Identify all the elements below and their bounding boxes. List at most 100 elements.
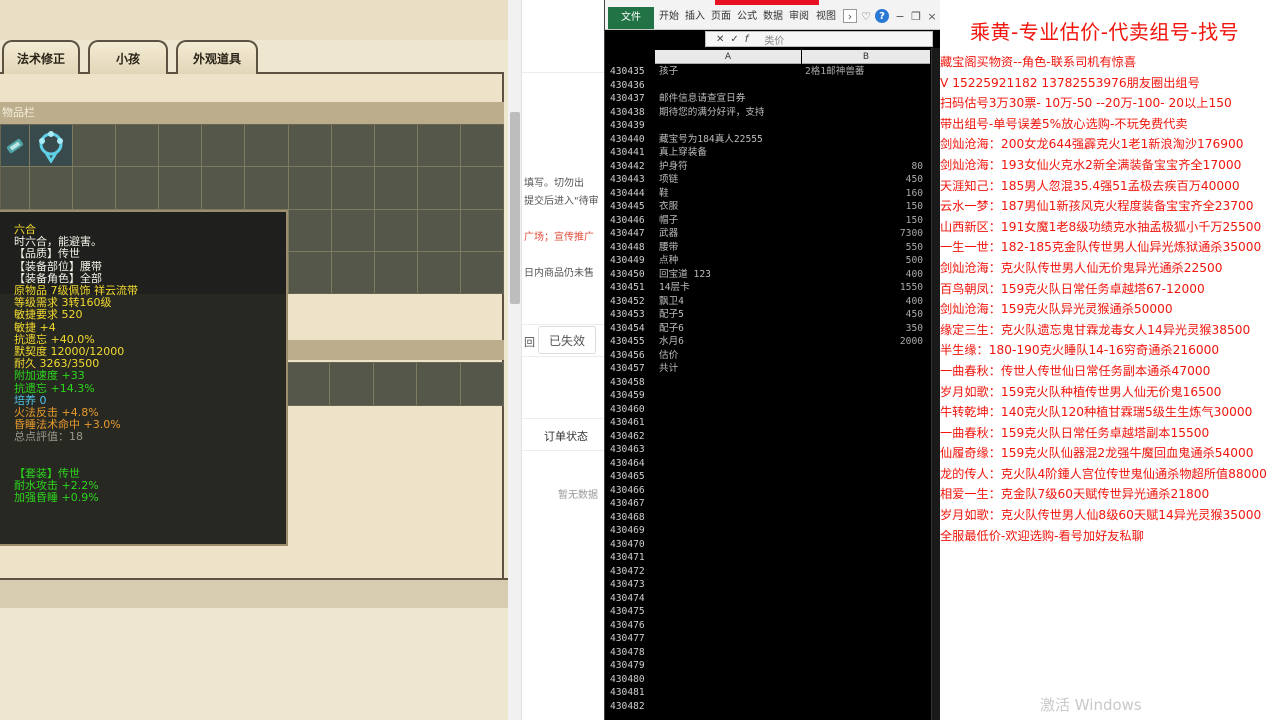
row-number[interactable]: 430438 [610, 106, 645, 120]
sheet-row[interactable]: 430463 [605, 443, 944, 457]
sheet-row[interactable]: 430464 [605, 457, 944, 471]
row-number[interactable]: 430466 [610, 484, 645, 498]
sheet-row[interactable]: 430470 [605, 538, 944, 552]
sheet-row[interactable]: 430437 邮件信息请查宣日券 [605, 92, 944, 106]
sheet-row[interactable]: 430467 [605, 497, 944, 511]
inventory-slot[interactable] [1, 167, 29, 209]
equipment-slot[interactable] [460, 363, 503, 405]
inventory-slot[interactable] [245, 167, 288, 209]
cell-b-value[interactable]: 450 [906, 173, 923, 187]
cell-b[interactable]: 2格1邮神兽蕃 [805, 65, 865, 79]
inventory-slot[interactable] [417, 167, 460, 209]
row-number[interactable]: 430459 [610, 389, 645, 403]
sheet-row[interactable]: 430445 衣服 150 [605, 200, 944, 214]
inventory-slot[interactable] [30, 167, 73, 209]
cell-a[interactable]: 14层卡 [659, 281, 690, 295]
web-scrollbar[interactable] [508, 0, 522, 720]
row-number[interactable]: 430446 [610, 214, 645, 228]
tab-data[interactable]: 数据 [763, 8, 783, 26]
row-number[interactable]: 430477 [610, 632, 645, 646]
row-number[interactable]: 430447 [610, 227, 645, 241]
sheet-row[interactable]: 430468 [605, 511, 944, 525]
row-number[interactable]: 430460 [610, 403, 645, 417]
row-number[interactable]: 430440 [610, 133, 645, 147]
row-number[interactable]: 430482 [610, 700, 645, 714]
inventory-slot[interactable] [417, 209, 460, 251]
row-number[interactable]: 430437 [610, 92, 645, 106]
inventory-slot[interactable] [288, 167, 331, 209]
inventory-slot[interactable] [331, 125, 374, 167]
tab-appearance-items[interactable]: 外观道具 [176, 40, 258, 74]
row-number[interactable]: 430442 [610, 160, 645, 174]
confirm-icon[interactable]: ✓ [730, 34, 738, 45]
sheet-row[interactable]: 430469 [605, 524, 944, 538]
inventory-slot[interactable] [159, 125, 202, 167]
inventory-slot[interactable] [374, 209, 417, 251]
cell-a[interactable]: 期待您的满分好评，支持 [659, 106, 765, 120]
close-icon[interactable]: × [925, 9, 939, 23]
row-number[interactable]: 430435 [610, 65, 645, 79]
cell-a[interactable]: 水月6 [659, 335, 684, 349]
tab-file[interactable]: 文件 [608, 7, 654, 29]
tab-spell-correction[interactable]: 法术修正 [2, 40, 80, 74]
inventory-slot[interactable] [331, 251, 374, 293]
inventory-slot[interactable] [331, 167, 374, 209]
cell-b-value[interactable]: 1550 [900, 281, 923, 295]
sheet-row[interactable]: 430453 配子5 450 [605, 308, 944, 322]
cell-a[interactable]: 衣服 [659, 200, 678, 214]
formula-input[interactable]: ✕ ✓ f 类价 [705, 31, 933, 47]
inventory-slot[interactable] [116, 125, 159, 167]
sheet-row[interactable]: 430442 护身符 80 [605, 160, 944, 174]
row-number[interactable]: 430455 [610, 335, 645, 349]
tab-page[interactable]: 页面 [711, 8, 731, 26]
sheet-row[interactable]: 430443 项链 450 [605, 173, 944, 187]
tab-home[interactable]: 开始 [659, 8, 679, 26]
inventory-slot[interactable] [202, 125, 245, 167]
tab-view[interactable]: 视图 [816, 8, 836, 26]
equipment-slot[interactable] [287, 363, 330, 405]
sheet-row[interactable]: 430474 [605, 592, 944, 606]
row-number[interactable]: 430471 [610, 551, 645, 565]
cell-b-value[interactable]: 550 [906, 241, 923, 255]
inventory-slot[interactable] [116, 167, 159, 209]
row-number[interactable]: 430462 [610, 430, 645, 444]
inventory-slot[interactable] [374, 167, 417, 209]
row-number[interactable]: 430465 [610, 470, 645, 484]
cancel-icon[interactable]: ✕ [716, 34, 724, 45]
row-number[interactable]: 430479 [610, 659, 645, 673]
cell-a[interactable]: 项链 [659, 173, 678, 187]
cell-a[interactable]: 孩子 [659, 65, 678, 79]
cell-b-value[interactable]: 350 [906, 322, 923, 336]
sheet-row[interactable]: 430459 [605, 389, 944, 403]
row-number[interactable]: 430439 [610, 119, 645, 133]
row-number[interactable]: 430473 [610, 578, 645, 592]
cell-b-value[interactable]: 400 [906, 268, 923, 282]
inventory-slot[interactable] [374, 251, 417, 293]
row-number[interactable]: 430436 [610, 79, 645, 93]
sheet-row[interactable]: 430461 [605, 416, 944, 430]
cell-b-value[interactable]: 160 [906, 187, 923, 201]
sheet-row[interactable]: 430446 帽子 150 [605, 214, 944, 228]
row-number[interactable]: 430443 [610, 173, 645, 187]
cell-b-value[interactable]: 400 [906, 295, 923, 309]
sheet-row[interactable]: 430478 [605, 646, 944, 660]
heart-icon[interactable]: ♡ [859, 9, 873, 23]
sheet-row[interactable]: 430460 [605, 403, 944, 417]
cell-a[interactable]: 真上穿装备 [659, 146, 707, 160]
sheet-row[interactable]: 430451 14层卡 1550 [605, 281, 944, 295]
tab-insert[interactable]: 插入 [685, 8, 705, 26]
inventory-slot[interactable] [288, 209, 331, 251]
cell-a[interactable]: 腰带 [659, 241, 678, 255]
row-number[interactable]: 430481 [610, 686, 645, 700]
sheet-row[interactable]: 430457 共计 [605, 362, 944, 376]
inventory-slot[interactable] [288, 125, 331, 167]
sheet-row[interactable]: 430454 配子6 350 [605, 322, 944, 336]
row-number[interactable]: 430478 [610, 646, 645, 660]
sheet-row[interactable]: 430455 水月6 2000 [605, 335, 944, 349]
cell-b-value[interactable]: 500 [906, 254, 923, 268]
sheet-row[interactable]: 430481 [605, 686, 944, 700]
scroll-item-icon[interactable] [1, 125, 29, 167]
sheet-row[interactable]: 430440 藏宝号为184真人22555 [605, 133, 944, 147]
row-number[interactable]: 430475 [610, 605, 645, 619]
row-number[interactable]: 430458 [610, 376, 645, 390]
